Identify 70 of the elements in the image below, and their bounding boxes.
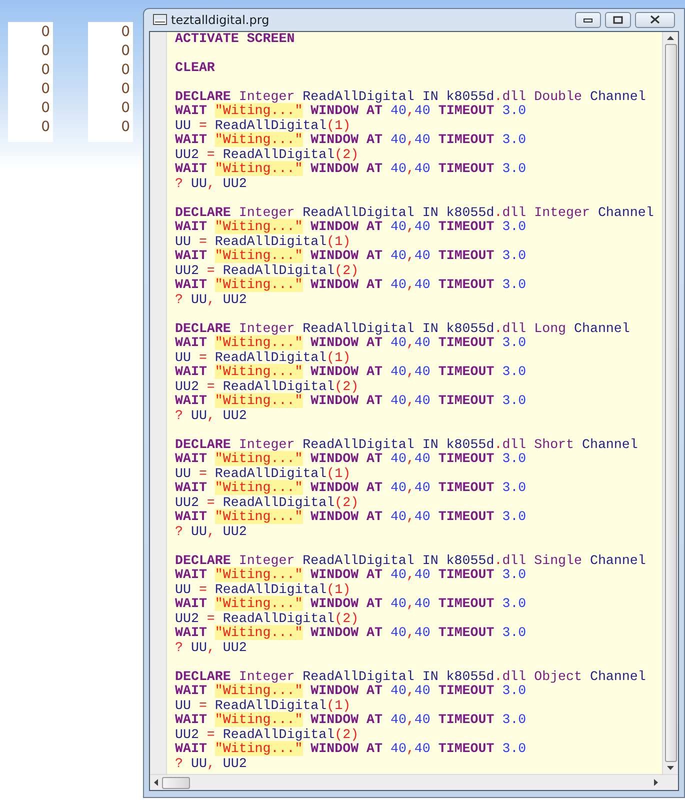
code-line: UU2 = ReadAllDigital(2) [175,264,360,278]
code-line: WAIT "Witing..." WINDOW AT 40,40 TIMEOUT 3.0 [175,278,528,293]
code-line: UU2 = ReadAllDigital(2) [175,612,360,626]
code-line: UU = ReadAllDigital(1) [175,582,352,597]
minimize-icon [583,16,593,23]
value-text: 0 [120,23,130,42]
value-text: 0 [120,80,130,99]
value-text: 0 [40,99,50,118]
code-line: UU = ReadAllDigital(1) [175,698,352,713]
code-line: UU = ReadAllDigital(1) [175,350,352,365]
value-text: 0 [40,23,50,42]
code-line: WAIT "Witing..." WINDOW AT 40,40 TIMEOUT 3.0 [175,597,528,612]
code-line: WAIT "Witing..." WINDOW AT 40,40 TIMEOUT 3.0 [175,452,528,467]
code-line: WAIT "Witing..." WINDOW AT 40,40 TIMEOUT 3.0 [175,713,528,728]
value-text: 0 [40,61,50,80]
code-line: WAIT "Witing..." WINDOW AT 40,40 TIMEOUT 3.0 [175,626,528,641]
code-line: WAIT "Witing..." WINDOW AT 40,40 TIMEOUT 3.0 [175,220,528,235]
code-line: WAIT "Witing..." WINDOW AT 40,40 TIMEOUT 3.0 [175,684,528,699]
code-line: DECLARE Integer ReadAllDigital IN k8055d.dll Double Channel [175,90,647,104]
value-text: 0 [40,80,50,99]
minimize-button[interactable] [575,12,601,28]
code-line: DECLARE Integer ReadAllDigital IN k8055d.dll Integer Channel [175,206,655,220]
code-line: WAIT "Witing..." WINDOW AT 40,40 TIMEOUT 3.0 [175,742,528,757]
code-line: WAIT "Witing..." WINDOW AT 40,40 TIMEOUT 3.0 [175,104,528,119]
scroll-right-icon[interactable] [654,779,658,786]
value-text: 0 [120,99,130,118]
code-line: UU2 = ReadAllDigital(2) [175,380,360,394]
code-line: UU = ReadAllDigital(1) [175,466,352,481]
code-line: UU2 = ReadAllDigital(2) [175,148,360,162]
code-line: DECLARE Integer ReadAllDigital IN k8055d.dll Object Channel [175,670,647,684]
restore-button[interactable] [605,12,631,28]
vertical-scroll-thumb[interactable] [664,44,676,762]
close-icon [650,15,660,24]
code-line: ? UU, UU2 [175,408,248,424]
code-line: UU = ReadAllDigital(1) [175,234,352,249]
value-text: 0 [120,118,130,137]
close-button[interactable] [635,12,675,28]
code-line: WAIT "Witing..." WINDOW AT 40,40 TIMEOUT 3.0 [175,365,528,380]
code-line: ? UU, UU2 [175,756,248,772]
scroll-up-icon[interactable] [667,36,674,40]
code-line: ? UU, UU2 [175,176,248,192]
code-line: UU2 = ReadAllDigital(2) [175,728,360,742]
code-line: CLEAR [175,60,216,76]
code-line: WAIT "Witing..." WINDOW AT 40,40 TIMEOUT 3.0 [175,133,528,148]
window-title: teztalldigital.prg [171,12,270,29]
code-line: WAIT "Witing..." WINDOW AT 40,40 TIMEOUT 3.0 [175,336,528,351]
value-text: 0 [40,118,50,137]
value-text: 0 [40,42,50,61]
code-line: ? UU, UU2 [175,292,248,308]
code-line: WAIT "Witing..." WINDOW AT 40,40 TIMEOUT 3.0 [175,568,528,583]
code-line: UU = ReadAllDigital(1) [175,118,352,133]
code-line: DECLARE Integer ReadAllDigital IN k8055d.dll Short Channel [175,438,639,452]
code-line: UU2 = ReadAllDigital(2) [175,496,360,510]
code-line: DECLARE Integer ReadAllDigital IN k8055d.dll Long Channel [175,322,631,336]
scroll-left-icon[interactable] [154,779,158,786]
code-line: ACTIVATE SCREEN [175,32,296,46]
code-line: WAIT "Witing..." WINDOW AT 40,40 TIMEOUT 3.0 [175,510,528,525]
scroll-down-icon[interactable] [667,766,674,770]
code-line: DECLARE Integer ReadAllDigital IN k8055d.dll Single Channel [175,554,647,568]
code-line: WAIT "Witing..." WINDOW AT 40,40 TIMEOUT 3.0 [175,481,528,496]
code-line: WAIT "Witing..." WINDOW AT 40,40 TIMEOUT 3.0 [175,162,528,177]
text-file-icon [153,14,167,26]
code-line: WAIT "Witing..." WINDOW AT 40,40 TIMEOUT 3.0 [175,394,528,409]
restore-icon [613,16,623,24]
value-text: 0 [120,61,130,80]
horizontal-scroll-thumb[interactable] [162,776,190,789]
code-line: ? UU, UU2 [175,640,248,656]
value-text: 0 [120,42,130,61]
code-line: WAIT "Witing..." WINDOW AT 40,40 TIMEOUT 3.0 [175,249,528,264]
code-line: ? UU, UU2 [175,524,248,540]
